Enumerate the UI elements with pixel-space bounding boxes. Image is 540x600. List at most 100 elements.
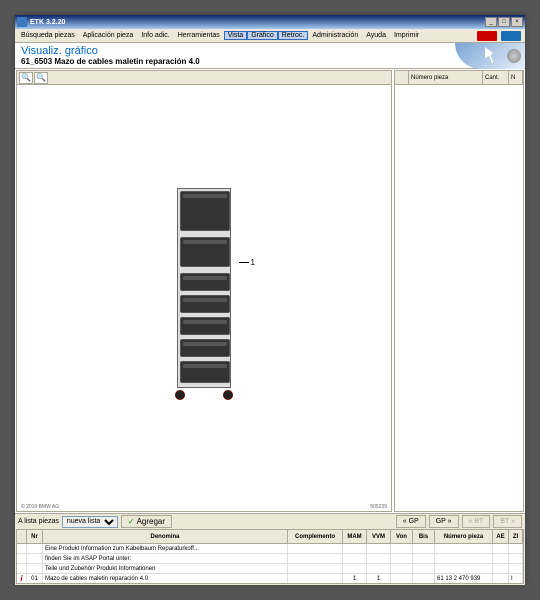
app-window: ETK 3.2.20 _ □ × Búsqueda piezas Aplicac… xyxy=(15,15,525,585)
close-button[interactable]: × xyxy=(511,17,523,27)
cell: 01 xyxy=(27,574,43,583)
cell xyxy=(27,554,43,563)
menubar: Búsqueda piezas Aplicación pieza Info ad… xyxy=(15,29,525,43)
cell: i xyxy=(17,574,27,583)
cell xyxy=(288,564,343,573)
cursor-icon xyxy=(485,47,499,63)
table-row[interactable]: i01Mazo de cables maletin reparación 4.0… xyxy=(17,574,523,584)
cell: Teile und Zubehör/ Produkt Informationen xyxy=(43,564,288,573)
col-zi[interactable]: ZI xyxy=(509,530,523,543)
cell: Eine Produkt Information zum Kabelbaum R… xyxy=(43,544,288,553)
cell xyxy=(509,554,523,563)
menu-aplicacion[interactable]: Aplicación pieza xyxy=(79,31,138,40)
cell xyxy=(493,554,509,563)
grid-header: Nr Denomina Complemento MAM VVM Von Bis … xyxy=(17,530,523,544)
gear-icon xyxy=(507,49,521,63)
main-area: 🔍 🔍 1 © 2019 BMW AG 505239 xyxy=(15,69,525,513)
cell xyxy=(367,544,391,553)
col-nr[interactable]: Nr xyxy=(27,530,43,543)
window-title: ETK 3.2.20 xyxy=(30,19,484,26)
cell xyxy=(17,544,27,553)
col-complemento[interactable]: Complemento xyxy=(288,530,343,543)
cell xyxy=(367,564,391,573)
gp-back-button[interactable]: « GP xyxy=(396,515,426,528)
menu-retroc[interactable]: Retroc. xyxy=(278,31,309,40)
diagram-image: 1 xyxy=(17,85,391,501)
parts-col-cant[interactable]: Cant. xyxy=(483,71,509,84)
bt-back-button[interactable]: « BT xyxy=(462,515,491,528)
diagram-toolbar: 🔍 🔍 xyxy=(17,71,391,85)
menu-admin[interactable]: Administración xyxy=(308,31,362,40)
cell xyxy=(391,554,413,563)
cell xyxy=(343,554,367,563)
menu-ayuda[interactable]: Ayuda xyxy=(362,31,390,40)
diagram-panel: 🔍 🔍 1 © 2019 BMW AG 505239 xyxy=(16,70,392,512)
col-bis[interactable]: Bis xyxy=(413,530,435,543)
parts-header: Número pieza Cant. N xyxy=(395,71,523,85)
zoom-out-button[interactable]: 🔍 xyxy=(34,72,48,84)
cell xyxy=(343,544,367,553)
col-denomina[interactable]: Denomina xyxy=(43,530,288,543)
table-row[interactable]: Eine Produkt Information zum Kabelbaum R… xyxy=(17,544,523,554)
table-row[interactable]: Teile und Zubehör/ Produkt Informationen xyxy=(17,564,523,574)
cell xyxy=(288,574,343,583)
list-label: A lista piezas xyxy=(18,518,59,525)
menu-info[interactable]: Info adic. xyxy=(137,31,173,40)
maximize-button[interactable]: □ xyxy=(498,17,510,27)
cell xyxy=(367,554,391,563)
copyright-text: © 2019 BMW AG xyxy=(21,504,59,510)
cell xyxy=(435,544,493,553)
menu-grafico[interactable]: Gráfico xyxy=(247,31,278,40)
cell xyxy=(27,544,43,553)
bottom-toolbar: A lista piezas nueva lista ✓Agregar « GP… xyxy=(15,514,525,529)
callout-1[interactable]: 1 xyxy=(251,258,255,267)
col-flag[interactable] xyxy=(17,530,27,543)
col-von[interactable]: Von xyxy=(391,530,413,543)
list-dropdown[interactable]: nueva lista xyxy=(62,516,118,528)
cell: I xyxy=(509,574,523,583)
col-vvm[interactable]: VVM xyxy=(367,530,391,543)
table-row[interactable]: finden Sie im ASAP Portal unter: xyxy=(17,554,523,564)
menu-vista[interactable]: Vista xyxy=(224,31,247,40)
bottom-area: A lista piezas nueva lista ✓Agregar « GP… xyxy=(15,513,525,585)
gp-fwd-button[interactable]: GP » xyxy=(429,515,459,528)
cell xyxy=(288,554,343,563)
cell xyxy=(391,564,413,573)
cabinet-illustration: 1 xyxy=(169,188,239,398)
menu-busqueda[interactable]: Búsqueda piezas xyxy=(17,31,79,40)
cell xyxy=(391,544,413,553)
col-numero[interactable]: Número pieza xyxy=(435,530,493,543)
cell: 1 xyxy=(343,574,367,583)
cell xyxy=(288,544,343,553)
menu-herramientas[interactable]: Herramientas xyxy=(174,31,224,40)
brand-logo-2 xyxy=(501,31,521,41)
parts-col-num[interactable]: Número pieza xyxy=(409,71,483,84)
cell: finden Sie im ASAP Portal unter: xyxy=(43,554,288,563)
add-button[interactable]: ✓Agregar xyxy=(121,515,172,528)
parts-col-n[interactable]: N xyxy=(509,71,523,84)
cell xyxy=(413,574,435,583)
cell xyxy=(413,554,435,563)
cell xyxy=(27,564,43,573)
col-ae[interactable]: AE xyxy=(493,530,509,543)
parts-panel: Número pieza Cant. N xyxy=(394,70,524,512)
cell xyxy=(509,544,523,553)
parts-grid: Nr Denomina Complemento MAM VVM Von Bis … xyxy=(16,529,524,584)
zoom-in-button[interactable]: 🔍 xyxy=(19,72,33,84)
brand-logo-1 xyxy=(477,31,497,41)
cell xyxy=(17,564,27,573)
cell xyxy=(493,544,509,553)
cell xyxy=(435,564,493,573)
menu-imprimir[interactable]: Imprimir xyxy=(390,31,423,40)
cell xyxy=(493,564,509,573)
header-section: Visualiz. gráfico 61_6503 Mazo de cables… xyxy=(15,43,525,69)
cell xyxy=(435,554,493,563)
cell xyxy=(413,544,435,553)
bt-fwd-button[interactable]: BT » xyxy=(493,515,522,528)
cell: 61 13 2 470 939 xyxy=(435,574,493,583)
cell xyxy=(17,554,27,563)
cell: 1 xyxy=(367,574,391,583)
minimize-button[interactable]: _ xyxy=(485,17,497,27)
col-mam[interactable]: MAM xyxy=(343,530,367,543)
cell xyxy=(509,564,523,573)
